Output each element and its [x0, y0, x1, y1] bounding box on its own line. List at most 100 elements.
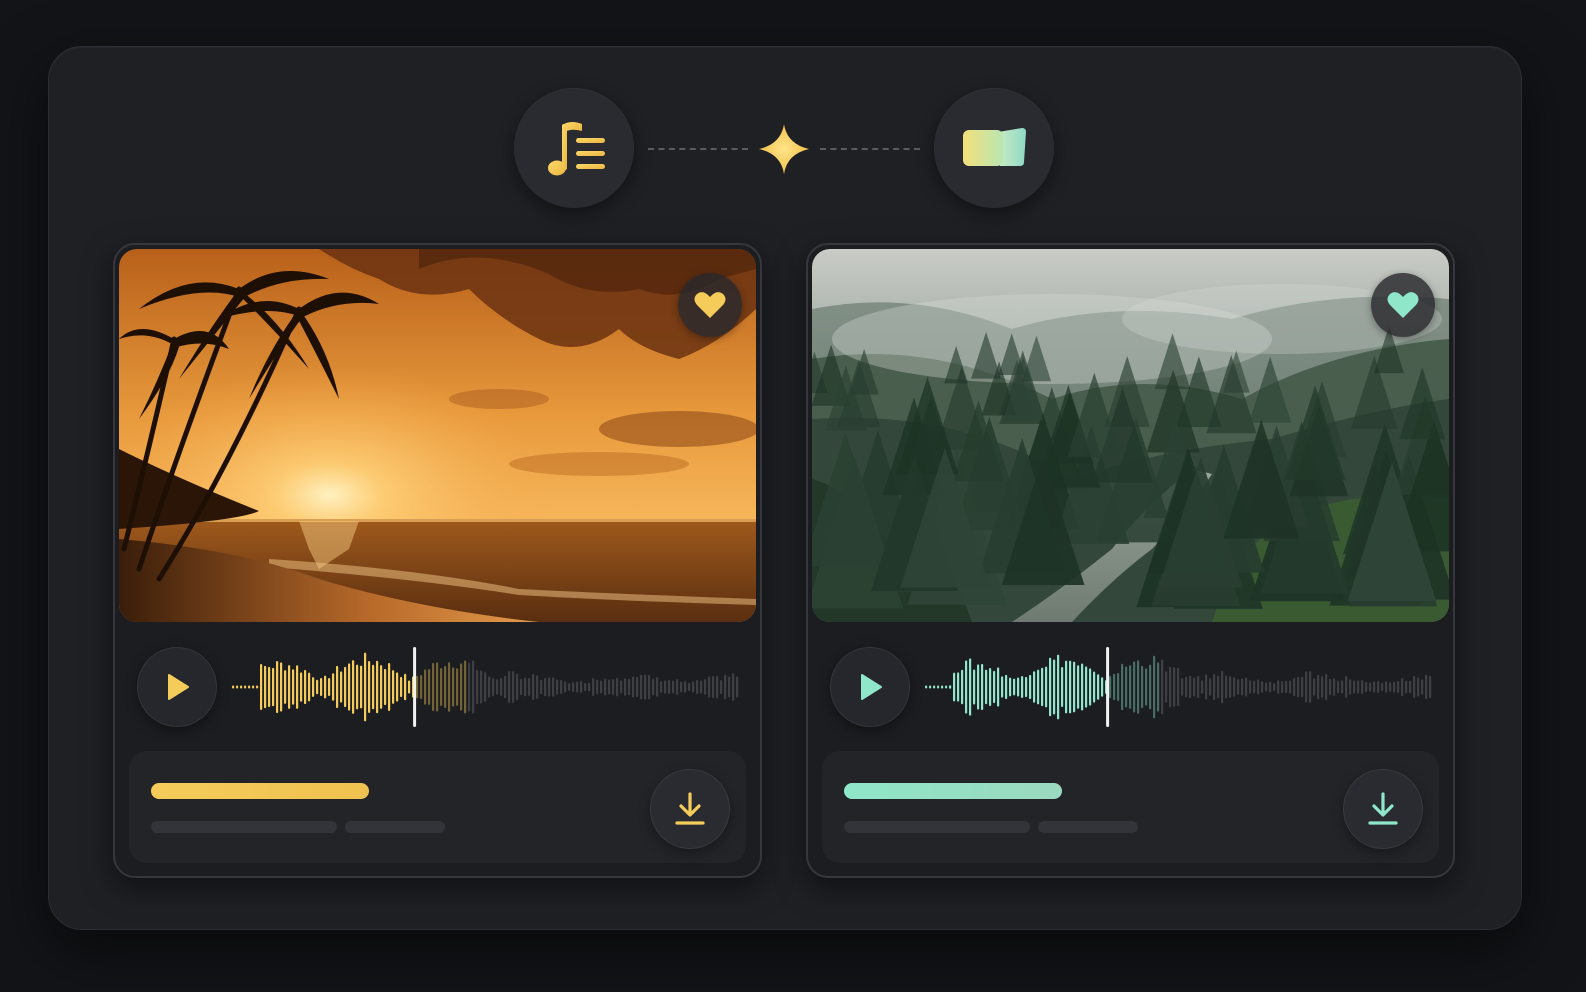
- download-button[interactable]: [1343, 769, 1423, 849]
- waveform-bar: [396, 672, 399, 702]
- waveform-bar: [929, 685, 932, 689]
- waveform-bar: [688, 682, 691, 692]
- waveform-bar: [712, 675, 715, 699]
- waveform-bar: [672, 680, 675, 694]
- waveform-bar: [504, 675, 507, 699]
- waveform-bar: [564, 681, 567, 693]
- waveform-bar: [436, 662, 439, 712]
- audio-waveform[interactable]: [231, 645, 741, 729]
- waveform-bar: [1261, 681, 1264, 693]
- waveform-bar: [1305, 671, 1308, 703]
- waveform-bar: [344, 666, 347, 708]
- waveform-bar: [1109, 675, 1112, 699]
- waveform-bar: [1189, 675, 1192, 699]
- cards-button[interactable]: [934, 88, 1054, 208]
- waveform-bar: [668, 679, 671, 695]
- waveform-bar: [572, 681, 575, 693]
- waveform-bar: [1233, 677, 1236, 697]
- waveform-bar: [989, 667, 992, 707]
- waveform-bar: [384, 668, 387, 706]
- waveform-bar: [528, 678, 531, 696]
- waveform-bar: [1193, 677, 1196, 697]
- track-card-2[interactable]: [806, 243, 1455, 878]
- playhead[interactable]: [1106, 647, 1110, 727]
- waveform-bar: [1417, 677, 1420, 697]
- waveform-bar: [1309, 671, 1312, 703]
- waveform-bar: [392, 670, 395, 704]
- waveform-bar: [1285, 680, 1288, 694]
- waveform-bar: [1033, 671, 1036, 703]
- waveform-bar: [925, 685, 928, 689]
- waveform-bar: [1353, 680, 1356, 694]
- waveform-bar: [488, 676, 491, 698]
- waveform-bar: [1365, 681, 1368, 693]
- waveform-bar: [400, 676, 403, 698]
- waveform-bar: [568, 683, 571, 691]
- waveform-bar: [1277, 680, 1280, 694]
- waveform-bar: [1009, 677, 1012, 697]
- waveform-bar: [1369, 682, 1372, 692]
- audio-waveform[interactable]: [924, 645, 1434, 729]
- play-button[interactable]: [830, 647, 910, 727]
- waveform-bar: [680, 681, 683, 693]
- waveform-bar: [1141, 665, 1144, 709]
- waveform-bar: [372, 664, 375, 710]
- waveform-bar: [632, 676, 635, 698]
- waveform-bar: [240, 685, 243, 689]
- waveform-bar: [696, 679, 699, 695]
- waveform-bar: [452, 667, 455, 707]
- waveform-bar: [1245, 677, 1248, 697]
- waveform-bar: [1313, 678, 1316, 696]
- waveform-bar: [592, 678, 595, 696]
- waveform-bar: [232, 685, 235, 689]
- waveform-bar: [957, 672, 960, 702]
- waveform-bar: [973, 669, 976, 705]
- waveform-bar: [945, 685, 948, 689]
- waveform-bar: [1169, 666, 1172, 708]
- waveform-bar: [1029, 674, 1032, 700]
- favorite-button[interactable]: [1371, 273, 1435, 337]
- misty-forest-image: [812, 249, 1449, 622]
- waveform-bar: [616, 677, 619, 697]
- waveform-bar: [1381, 682, 1384, 692]
- waveform-bar: [244, 685, 247, 689]
- waveform-bar: [252, 685, 255, 689]
- music-list-icon: [548, 122, 605, 176]
- play-button[interactable]: [137, 647, 217, 727]
- waveform-bar: [608, 679, 611, 695]
- waveform-bar: [1165, 671, 1168, 703]
- playhead[interactable]: [413, 647, 417, 727]
- waveform-bar: [937, 685, 940, 689]
- waveform-bar: [1145, 668, 1148, 706]
- waveform-bar: [1061, 667, 1064, 707]
- waveform-bar: [1241, 678, 1244, 696]
- waveform-bar: [1221, 670, 1224, 704]
- waveform-bar: [428, 669, 431, 705]
- waveform-bar: [1357, 680, 1360, 694]
- track-title-placeholder: [151, 783, 369, 799]
- music-list-button[interactable]: [514, 88, 634, 208]
- waveform-bar: [977, 664, 980, 710]
- track-card-1[interactable]: [113, 243, 762, 878]
- download-button[interactable]: [650, 769, 730, 849]
- waveform-bar: [1097, 674, 1100, 700]
- waveform-bar: [961, 669, 964, 705]
- favorite-button[interactable]: [678, 273, 742, 337]
- waveform-bar: [676, 679, 679, 695]
- waveform-bar: [664, 680, 667, 694]
- waveform-bar: [1081, 663, 1084, 711]
- waveform-bar: [704, 679, 707, 695]
- waveform-bar: [584, 682, 587, 692]
- waveform-bar: [368, 661, 371, 713]
- waveform-bar: [1389, 682, 1392, 692]
- waveform-bar: [1429, 676, 1432, 698]
- waveform-bar: [460, 663, 463, 711]
- waveform-bar: [1149, 664, 1152, 710]
- waveform-bar: [480, 670, 483, 704]
- waveform-bar: [492, 677, 495, 697]
- beach-sunset-image: [119, 249, 756, 622]
- waveform-bar: [516, 673, 519, 701]
- waveform-bar: [288, 665, 291, 709]
- waveform-bar: [1045, 666, 1048, 708]
- waveform-bar: [1205, 674, 1208, 700]
